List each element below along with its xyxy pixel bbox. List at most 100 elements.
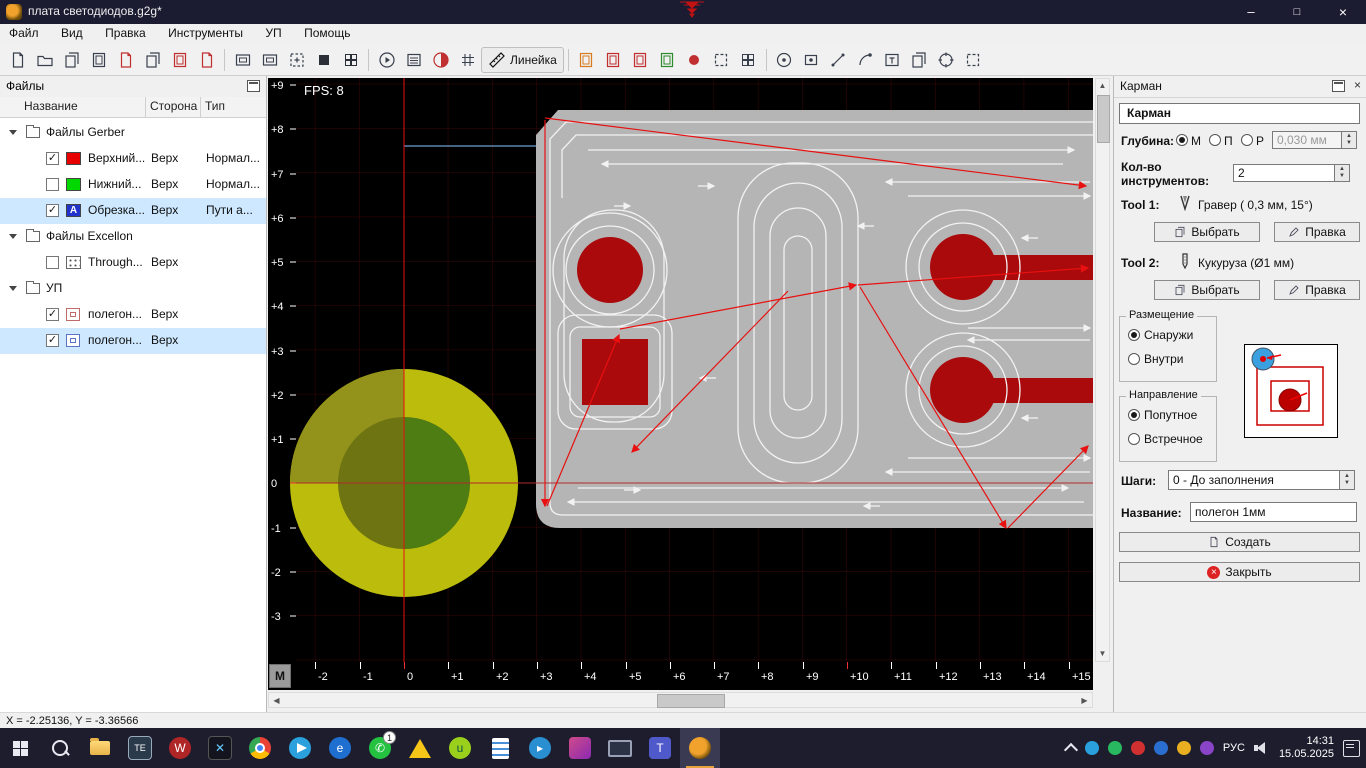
start-button[interactable] (0, 728, 40, 768)
steps-combo[interactable]: 0 - До заполнения (1168, 470, 1340, 490)
screen-app-button[interactable] (600, 728, 640, 768)
menu-tools[interactable]: Инструменты (159, 24, 252, 42)
edge-button[interactable]: e (320, 728, 360, 768)
layer-silk-button[interactable] (627, 47, 654, 73)
horizontal-scroll-thumb[interactable] (657, 694, 725, 708)
direction-conventional-radio[interactable] (1128, 433, 1140, 445)
visibility-checkbox[interactable]: ✓ (46, 204, 59, 217)
transform-button[interactable] (960, 47, 987, 73)
depth-radio-m[interactable] (1176, 134, 1188, 146)
snap-grid-button[interactable] (454, 47, 481, 73)
maximize-button[interactable]: □ (1274, 0, 1320, 24)
origin-target-button[interactable] (933, 47, 960, 73)
export-file-button[interactable] (166, 47, 193, 73)
notification-center-icon[interactable] (1343, 740, 1360, 757)
copy-file-button[interactable] (139, 47, 166, 73)
job-list-button[interactable] (400, 47, 427, 73)
draw-rect-button[interactable] (798, 47, 825, 73)
select-region-button[interactable] (708, 47, 735, 73)
column-side[interactable]: Сторона (150, 99, 197, 113)
file-row-polygon-2[interactable]: ✓ полегон... Верх (0, 328, 266, 354)
menu-edit[interactable]: Правка (96, 24, 155, 42)
draw-line-button[interactable] (825, 47, 852, 73)
placement-outside-radio[interactable] (1128, 329, 1140, 341)
defender-button[interactable] (400, 728, 440, 768)
cross-app-button[interactable]: ✕ (200, 728, 240, 768)
menu-file[interactable]: Файл (0, 24, 48, 42)
direction-climb-label[interactable]: Попутное (1144, 408, 1197, 422)
layer-copper-button[interactable] (573, 47, 600, 73)
direction-climb-radio[interactable] (1128, 409, 1140, 421)
fill-region-button[interactable] (310, 47, 337, 73)
tray-telegram-icon[interactable] (1085, 741, 1099, 755)
draw-circle-button[interactable] (771, 47, 798, 73)
folder-row-nc[interactable]: УП (0, 276, 266, 302)
tray-green-icon[interactable] (1108, 741, 1122, 755)
tray-blue-icon[interactable] (1154, 741, 1168, 755)
close-button[interactable]: × (1320, 0, 1366, 24)
tool2-edit-button[interactable]: Правка (1274, 280, 1360, 300)
open-file-button[interactable] (31, 47, 58, 73)
direction-conventional-label[interactable]: Встречное (1144, 432, 1203, 446)
tool1-choose-button[interactable]: Выбрать (1154, 222, 1260, 242)
import-file-button[interactable] (193, 47, 220, 73)
visibility-checkbox[interactable] (46, 178, 59, 191)
chrome-button[interactable] (240, 728, 280, 768)
visibility-checkbox[interactable] (46, 256, 59, 269)
depth-radio-p[interactable] (1209, 134, 1221, 146)
vertical-scrollbar[interactable]: ▲ ▼ (1095, 78, 1110, 662)
placement-outside-label[interactable]: Снаружи (1144, 328, 1193, 342)
draw-text-button[interactable] (879, 47, 906, 73)
visibility-checkbox[interactable]: ✓ (46, 152, 59, 165)
file-row-polygon-1[interactable]: ✓ полегон... Верх (0, 302, 266, 328)
close-file-button[interactable] (112, 47, 139, 73)
design-canvas[interactable]: +9 +8 +7 +6 +5 +4 +3 +2 +1 0 -1 -2 -3 FP… (268, 78, 1093, 662)
layer-mask-button[interactable] (600, 47, 627, 73)
depth-radio-m-label[interactable]: М (1191, 134, 1201, 148)
tray-yellow-icon[interactable] (1177, 741, 1191, 755)
minimize-button[interactable]: – (1228, 0, 1274, 24)
teams-button[interactable]: T (640, 728, 680, 768)
visibility-checkbox[interactable]: ✓ (46, 308, 59, 321)
vertical-scroll-thumb[interactable] (1097, 95, 1110, 143)
tool-count-spinner[interactable]: ▲▼ (1335, 164, 1350, 182)
undock-icon[interactable] (1332, 80, 1345, 92)
column-type[interactable]: Тип (205, 99, 225, 113)
record-point-button[interactable] (681, 47, 708, 73)
column-name[interactable]: Название (24, 99, 78, 113)
files-columns-header[interactable]: Название Сторона Тип (0, 97, 266, 118)
units-button[interactable]: M (269, 664, 291, 688)
depth-radio-r[interactable] (1241, 134, 1253, 146)
close-pocket-button[interactable]: × Закрыть (1119, 562, 1360, 582)
file-row-outline[interactable]: ✓ A Обрезка... Верх Пути а... (0, 198, 266, 224)
visibility-checkbox[interactable]: ✓ (46, 334, 59, 347)
expand-arrow-icon[interactable] (9, 130, 17, 135)
file-explorer-button[interactable] (80, 728, 120, 768)
edit-file-button[interactable] (85, 47, 112, 73)
tray-expand-icon[interactable] (1064, 743, 1078, 757)
wordpress-button[interactable]: W (160, 728, 200, 768)
board-outline-button[interactable] (229, 47, 256, 73)
array-grid-button[interactable] (735, 47, 762, 73)
player-button[interactable]: ▸ (520, 728, 560, 768)
whatsapp-button[interactable]: ✆1 (360, 728, 400, 768)
duplicate-button[interactable] (906, 47, 933, 73)
new-file-button[interactable] (4, 47, 31, 73)
texstudio-button[interactable]: TE (120, 728, 160, 768)
tool1-edit-button[interactable]: Правка (1274, 222, 1360, 242)
tray-purple-icon[interactable] (1200, 741, 1214, 755)
placement-inside-label[interactable]: Внутри (1144, 352, 1184, 366)
volume-icon[interactable] (1254, 742, 1270, 754)
menu-nc[interactable]: УП (256, 24, 290, 42)
tray-red-icon[interactable] (1131, 741, 1145, 755)
depth-value-field[interactable]: 0,030 мм (1272, 131, 1342, 149)
menu-help[interactable]: Помощь (295, 24, 359, 42)
file-row-bottom-layer[interactable]: Нижний... Верх Нормал... (0, 172, 266, 198)
notepad-button[interactable] (480, 728, 520, 768)
draw-arc-button[interactable] (852, 47, 879, 73)
save-file-button[interactable] (58, 47, 85, 73)
depth-radio-r-label[interactable]: Р (1256, 134, 1264, 148)
g2g-app-button[interactable] (680, 728, 720, 768)
expand-arrow-icon[interactable] (9, 286, 17, 291)
folder-row-gerber[interactable]: Файлы Gerber (0, 120, 266, 146)
